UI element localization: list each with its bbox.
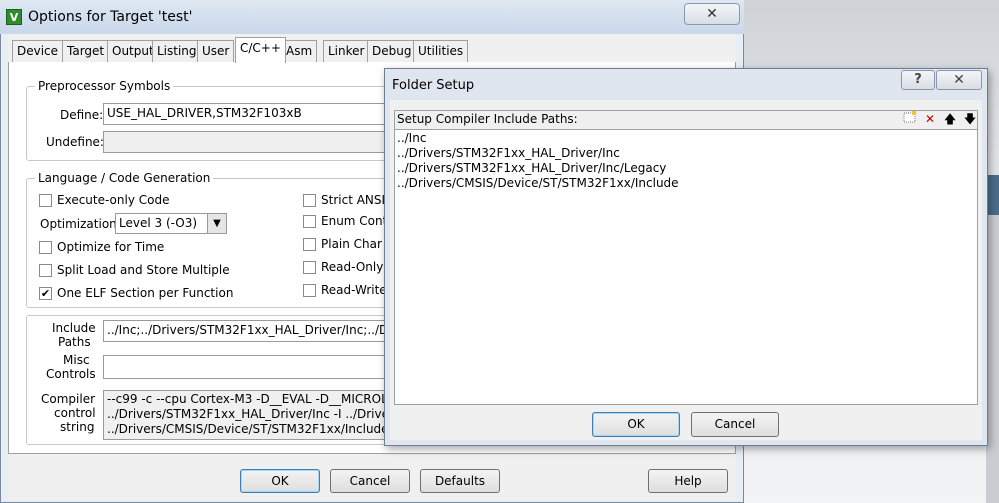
compiler-string-line: --c99 -c --cpu Cortex-M3 -D__EVAL -D__MI…	[107, 392, 393, 406]
optimization-label: Optimization:	[40, 217, 121, 231]
execute-only-checkbox[interactable]	[39, 194, 52, 207]
tab-listing[interactable]: Listing	[152, 40, 202, 62]
include-paths-input[interactable]: ../Inc;../Drivers/STM32F1xx_HAL_Driver/I…	[103, 320, 393, 342]
tab-c-cpp[interactable]: C/C++	[235, 37, 286, 63]
include-paths-list-header-label: Setup Compiler Include Paths:	[397, 112, 578, 126]
help-button[interactable]: Help	[648, 469, 728, 493]
one-elf-label: One ELF Section per Function	[57, 286, 234, 300]
undefine-label: Undefine:	[46, 135, 104, 149]
define-label: Define:	[60, 108, 104, 122]
folder-setup-ok-button[interactable]: OK	[592, 412, 680, 437]
compiler-string-line: ../Drivers/CMSIS/Device/ST/STM32F1xx/Inc…	[107, 422, 389, 436]
delete-icon[interactable]: ✕	[921, 111, 939, 128]
plain-char-checkbox[interactable]	[303, 238, 316, 251]
language-group-label: Language / Code Generation	[35, 171, 214, 185]
include-path-item[interactable]: ../Drivers/STM32F1xx_HAL_Driver/Inc	[397, 146, 620, 160]
read-write-label: Read-Write	[321, 283, 387, 297]
app-icon: V	[6, 9, 22, 25]
optimize-time-label: Optimize for Time	[57, 240, 165, 254]
tab-asm[interactable]: Asm	[281, 40, 318, 62]
compiler-string-label-line1: Compiler	[41, 392, 96, 406]
tab-target[interactable]: Target	[62, 40, 110, 62]
include-paths-label-line2: Paths	[58, 335, 91, 349]
tab-debug[interactable]: Debug	[367, 40, 417, 62]
folder-setup-cancel-button[interactable]: Cancel	[691, 412, 779, 437]
misc-controls-input[interactable]	[103, 355, 393, 379]
tab-output[interactable]: Output	[107, 40, 159, 62]
read-only-checkbox[interactable]	[303, 261, 316, 274]
tab-linker[interactable]: Linker	[323, 40, 370, 62]
preprocessor-group-label: Preprocessor Symbols	[35, 79, 174, 93]
folder-setup-close-button[interactable]: ✕	[936, 70, 982, 90]
misc-controls-label-line1: Misc	[63, 353, 90, 367]
close-button[interactable]: ✕	[684, 3, 740, 25]
enum-container-checkbox[interactable]	[303, 215, 316, 228]
tab-utilities[interactable]: Utilities	[413, 40, 469, 62]
compiler-string-label-line3: string	[60, 420, 95, 434]
cancel-button[interactable]: Cancel	[330, 469, 410, 493]
move-down-icon[interactable]: 🡇	[961, 111, 979, 128]
execute-only-label: Execute-only Code	[57, 193, 170, 207]
include-path-item[interactable]: ../Drivers/STM32F1xx_HAL_Driver/Inc/Lega…	[397, 161, 666, 175]
define-input[interactable]: USE_HAL_DRIVER,STM32F103xB	[103, 103, 393, 125]
include-paths-label-line1: Include	[52, 321, 96, 335]
include-path-item[interactable]: ../Drivers/CMSIS/Device/ST/STM32F1xx/Inc…	[397, 176, 679, 190]
undefine-input[interactable]	[103, 131, 393, 153]
compiler-string-line: ../Drivers/STM32F1xx_HAL_Driver/Inc -I .…	[107, 407, 393, 421]
dialog-title: Options for Target 'test'	[28, 9, 193, 25]
read-write-checkbox[interactable]	[303, 284, 316, 297]
tab-user[interactable]: User	[197, 40, 235, 62]
strict-ansi-checkbox[interactable]	[303, 194, 316, 207]
tab-device[interactable]: Device	[12, 40, 64, 62]
split-load-checkbox[interactable]	[39, 264, 52, 277]
split-load-label: Split Load and Store Multiple	[57, 263, 230, 277]
help-title-button[interactable]: ?	[901, 70, 935, 90]
chevron-down-icon[interactable]: ▼	[207, 214, 226, 233]
compiler-control-string: --c99 -c --cpu Cortex-M3 -D__EVAL -D__MI…	[103, 390, 393, 440]
include-path-item[interactable]: ../Inc	[397, 131, 426, 145]
checkmark-icon: ✔	[40, 287, 51, 300]
optimize-time-checkbox[interactable]	[39, 241, 52, 254]
read-only-label: Read-Only I	[321, 260, 391, 274]
ok-button[interactable]: OK	[240, 469, 320, 493]
defaults-button[interactable]: Defaults	[420, 469, 500, 493]
move-up-icon[interactable]: 🡅	[941, 111, 959, 128]
folder-setup-title: Folder Setup	[392, 78, 475, 93]
misc-controls-label-line2: Controls	[46, 367, 96, 381]
one-elf-checkbox[interactable]: ✔	[39, 287, 52, 300]
compiler-string-label-line2: control	[54, 406, 96, 420]
new-folder-icon[interactable]	[901, 111, 919, 128]
